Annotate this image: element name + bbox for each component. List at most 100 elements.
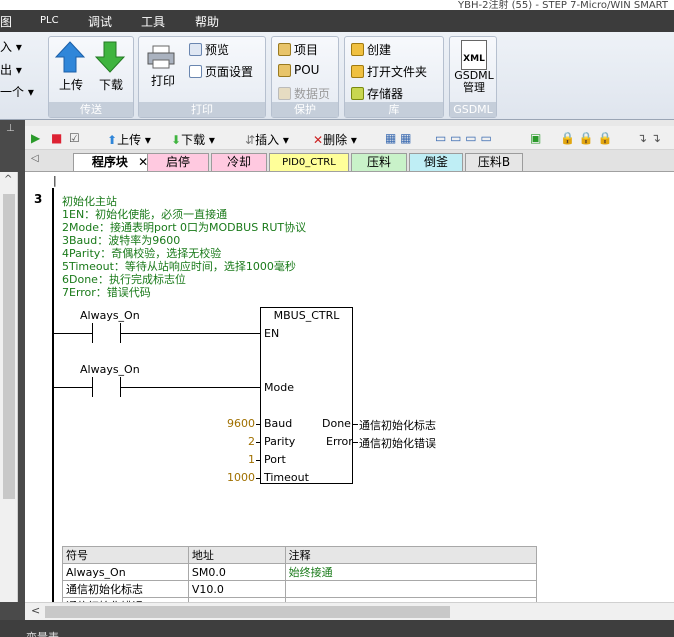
tab-start-stop[interactable]: 启停 bbox=[147, 153, 209, 171]
pin-wire bbox=[256, 460, 260, 461]
rung-wire bbox=[54, 333, 92, 334]
block-title: MBUS_CTRL bbox=[273, 309, 340, 322]
menu-item-plc[interactable]: PLC bbox=[40, 15, 59, 26]
text-cursor: | bbox=[53, 174, 57, 187]
ribbon-item-output[interactable]: 出 ▾ bbox=[0, 61, 22, 78]
upload-arrow-icon bbox=[54, 41, 86, 73]
menu-item-view[interactable]: 图 bbox=[0, 13, 12, 30]
toolbar-download-button[interactable]: ⬇下载 ▾ bbox=[171, 131, 215, 148]
compile-icon[interactable]: ☑ bbox=[69, 131, 80, 145]
tab-cooling[interactable]: 冷却 bbox=[211, 153, 267, 171]
vertical-scrollbar[interactable]: ^ bbox=[0, 172, 18, 602]
upload-button[interactable]: 上传 bbox=[54, 41, 87, 101]
vertical-scroll-thumb[interactable] bbox=[3, 194, 15, 499]
folder-icon bbox=[351, 65, 364, 78]
pin-wire bbox=[256, 478, 260, 479]
stop-icon[interactable]: ■ bbox=[51, 131, 62, 145]
contact-mode-left[interactable] bbox=[92, 377, 93, 397]
key-icon bbox=[278, 87, 291, 100]
protect-pou-button[interactable]: POU bbox=[278, 63, 319, 77]
pin-timeout: Timeout bbox=[264, 471, 309, 484]
tab-press[interactable]: 压料 bbox=[351, 153, 407, 171]
branch-icons[interactable]: ↴ ↴ bbox=[637, 131, 661, 145]
preview-icon bbox=[189, 43, 202, 56]
tab-pour[interactable]: 倒釜 bbox=[409, 153, 463, 171]
pin-icon[interactable]: ⊥ bbox=[6, 123, 15, 134]
download-icon: ⬇ bbox=[171, 133, 182, 147]
protect-project-button[interactable]: 项目 bbox=[278, 41, 318, 58]
page-setup-button[interactable]: 页面设置 bbox=[189, 63, 253, 80]
protect-datapage-button: 数据页 bbox=[278, 85, 330, 102]
group-label-transfer: 传送 bbox=[49, 102, 133, 117]
editor-toolbar: ▶ ■ ☑ ⬆上传 ▾ ⬇下载 ▾ ⇵插入 ▾ ✕删除 ▾ ▦ ▦ ▭ ▭ ▭ … bbox=[25, 126, 674, 150]
network-icon[interactable]: ▦ ▦ bbox=[385, 131, 412, 145]
print-button[interactable]: 打印 bbox=[147, 45, 179, 97]
group-label-print: 打印 bbox=[139, 102, 265, 117]
output-done[interactable]: 通信初始化标志 bbox=[359, 417, 436, 433]
pin-mode: Mode bbox=[264, 381, 294, 394]
scroll-left-icon: < bbox=[31, 604, 41, 617]
memory-button[interactable]: 存储器 bbox=[351, 85, 403, 102]
contact-label-en: Always_On bbox=[80, 309, 140, 322]
open-folder-button[interactable]: 打开文件夹 bbox=[351, 63, 427, 80]
toolbar-insert-button[interactable]: ⇵插入 ▾ bbox=[245, 131, 289, 148]
contact-label-mode: Always_On bbox=[80, 363, 140, 376]
horizontal-scroll-thumb[interactable] bbox=[45, 606, 450, 618]
run-icon[interactable]: ▶ bbox=[31, 131, 40, 145]
output-error[interactable]: 通信初始化错误 bbox=[359, 435, 436, 451]
scroll-up-icon: ^ bbox=[4, 174, 13, 185]
table-row: 通信初始化标志 V10.0 bbox=[62, 580, 538, 598]
lock-icons[interactable]: 🔒 🔒 🔒 bbox=[560, 131, 612, 145]
ribbon-item-input[interactable]: 入 ▾ bbox=[0, 38, 22, 55]
tab-press-b[interactable]: 压料B bbox=[465, 153, 523, 171]
library-icon bbox=[351, 43, 364, 56]
download-button[interactable]: 下载 bbox=[94, 41, 127, 101]
toolbar-upload-button[interactable]: ⬆上传 ▾ bbox=[107, 131, 151, 148]
compile-run-icon[interactable]: ▣ bbox=[530, 131, 541, 145]
contact-en-left[interactable] bbox=[92, 323, 93, 343]
preview-button[interactable]: 预览 bbox=[189, 41, 229, 58]
key-icon bbox=[278, 63, 291, 77]
delete-icon: ✕ bbox=[313, 133, 324, 147]
group-label-library: 库 bbox=[345, 102, 443, 117]
gsdml-manage-button[interactable]: XML GSDML 管理 bbox=[454, 40, 494, 102]
horizontal-scrollbar[interactable]: < bbox=[25, 602, 674, 620]
memory-icon bbox=[351, 87, 364, 100]
ribbon-group-gsdml: XML GSDML 管理 GSDML bbox=[449, 36, 497, 118]
value-timeout[interactable]: 1000 bbox=[222, 471, 255, 484]
pin-en: EN bbox=[264, 327, 280, 340]
pin-done: Done bbox=[322, 417, 351, 430]
menu-item-tools[interactable]: 工具 bbox=[141, 13, 165, 30]
tab-pid0-ctrl[interactable]: PID0_CTRL bbox=[269, 153, 349, 171]
power-rail bbox=[52, 188, 54, 602]
bottom-panel-bar: 变量表 bbox=[0, 620, 674, 637]
menu-bar: 图 PLC 调试 工具 帮助 bbox=[0, 10, 674, 32]
pin-baud: Baud bbox=[264, 417, 293, 430]
table-row: Always_On SM0.0 始终接通 bbox=[62, 563, 538, 581]
menu-item-debug[interactable]: 调试 bbox=[88, 13, 112, 30]
variable-table-tab[interactable]: 变量表 bbox=[26, 629, 59, 637]
ribbon-group-library: 创建 打开文件夹 存储器 库 bbox=[344, 36, 444, 118]
key-icon bbox=[278, 43, 291, 56]
address-header: 地址 bbox=[187, 546, 286, 564]
ribbon-group-transfer: 上传 下载 传送 bbox=[48, 36, 134, 118]
rung-wire bbox=[121, 387, 260, 388]
xml-file-icon: XML bbox=[461, 40, 487, 70]
download-arrow-icon bbox=[94, 41, 126, 73]
value-parity[interactable]: 2 bbox=[222, 435, 255, 448]
value-port[interactable]: 1 bbox=[222, 453, 255, 466]
toolbar-delete-button[interactable]: ✕删除 ▾ bbox=[313, 131, 357, 148]
group-label-gsdml: GSDML bbox=[450, 102, 496, 117]
value-baud[interactable]: 9600 bbox=[222, 417, 255, 430]
create-library-button[interactable]: 创建 bbox=[351, 41, 391, 58]
menu-item-help[interactable]: 帮助 bbox=[195, 13, 219, 30]
ribbon-item-next[interactable]: 一个 ▾ bbox=[0, 83, 34, 100]
ribbon-group-print: 打印 预览 页面设置 打印 bbox=[138, 36, 266, 118]
network-number: 3 bbox=[34, 192, 43, 206]
printer-icon bbox=[147, 45, 175, 69]
ribbon: 入 ▾ 出 ▾ 一个 ▾ 上传 下载 传送 打印 预览 页面设置 打印 项目 P… bbox=[0, 32, 674, 120]
contact-icons[interactable]: ▭ ▭ ▭ ▭ bbox=[435, 131, 492, 145]
pin-wire bbox=[256, 442, 260, 443]
ribbon-group-protect: 项目 POU 数据页 保护 bbox=[271, 36, 339, 118]
tab-scroll-left-icon[interactable]: ◁ bbox=[31, 153, 39, 164]
